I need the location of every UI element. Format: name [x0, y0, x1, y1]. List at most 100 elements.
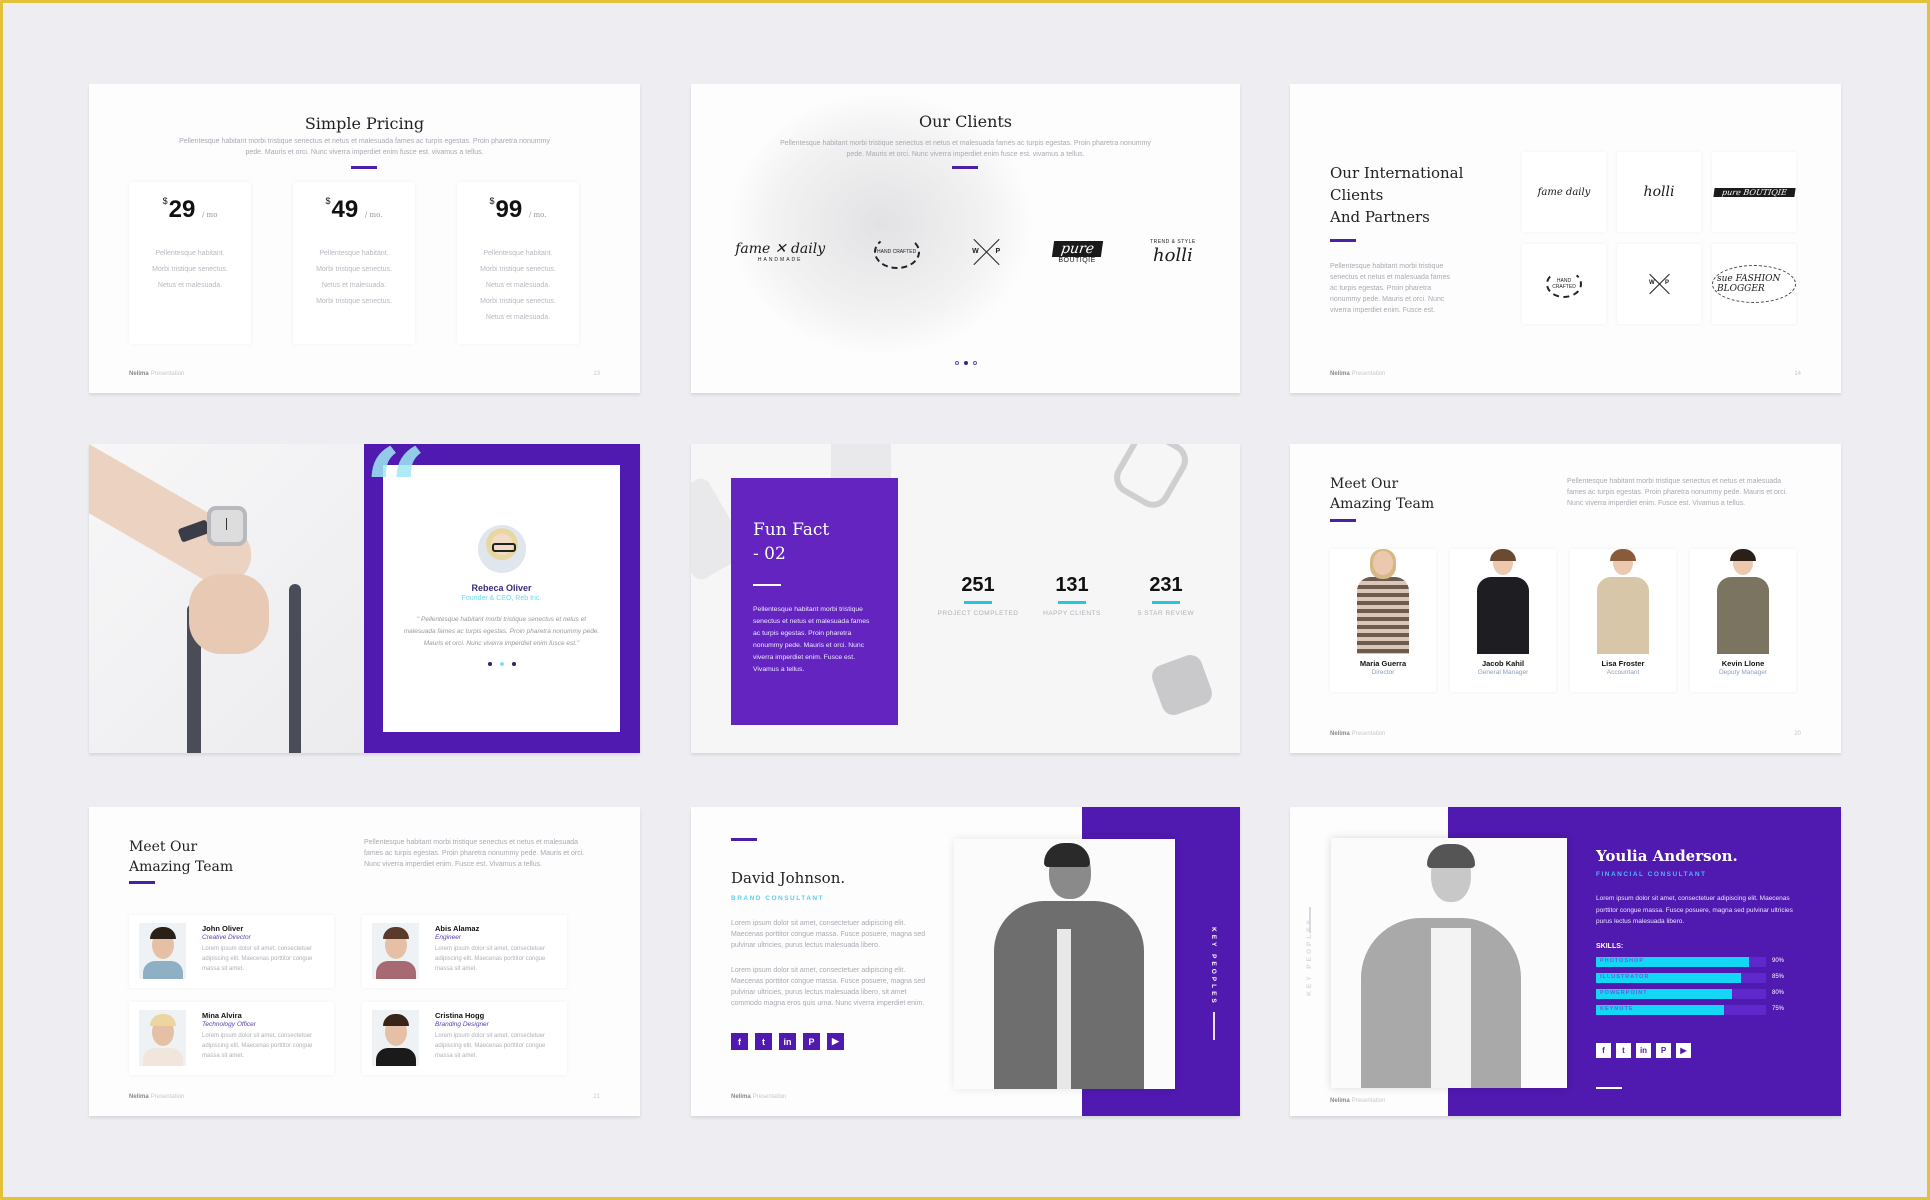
footer-brand: Nelima Presentation — [1330, 731, 1386, 737]
facebook-icon[interactable]: f — [731, 1033, 748, 1050]
logo-handcrafted: HAND CRAFTED — [873, 235, 920, 269]
twitter-icon[interactable]: t — [755, 1033, 772, 1050]
accent-divider — [129, 881, 155, 884]
logo-cell: pure BOUTIQIE — [1712, 152, 1796, 232]
stat-value: 131 — [1055, 574, 1089, 596]
team-member-card[interactable]: Lisa Froster Accountant — [1570, 549, 1676, 692]
carousel-dot[interactable] — [511, 662, 516, 666]
person-name: David Johnson. — [731, 869, 846, 887]
team-members: Maria Guerra Director Jacob Kahil Genera… — [1330, 549, 1796, 692]
pinterest-icon[interactable]: P — [803, 1033, 820, 1050]
stat-item: 131 HAPPY CLIENTS — [1025, 574, 1119, 617]
logo-grid: fame daily holli pure BOUTIQIE HAND CRAF… — [1522, 152, 1796, 324]
person-name: Youlia Anderson. — [1596, 847, 1738, 865]
slide-david-johnson[interactable]: David Johnson. BRAND CONSULTANT Lorem ip… — [691, 807, 1240, 1116]
bio-paragraph: Lorem ipsum dolor sit amet, consectetuer… — [731, 967, 926, 1007]
social-links: f t in P ▶ — [731, 1033, 844, 1050]
accent-divider — [1330, 239, 1356, 242]
fun-fact-title: Fun Fact - 02 — [753, 520, 830, 564]
skill-bar: POWERPOINT 80% — [1596, 989, 1784, 999]
page-number: 13 — [593, 371, 600, 377]
team-member-card[interactable]: Kevin Llone Deputy Manager — [1690, 549, 1796, 692]
member-photo — [1353, 549, 1413, 654]
feature-list: Pellentesque habitant. Morbi tristique s… — [152, 250, 228, 289]
slide-title: Meet Our Amazing Team — [129, 839, 234, 875]
testimonial-role: Founder & CEO, Reb Inc. — [461, 595, 542, 602]
pricing-card[interactable]: $29 / mo Pellentesque habitant. Morbi tr… — [129, 182, 251, 344]
youtube-icon[interactable]: ▶ — [1676, 1043, 1691, 1058]
carousel-dot-active[interactable] — [963, 361, 968, 365]
footer-brand: Nelima Presentation — [731, 1094, 787, 1100]
pricing-card[interactable]: $49 / mo. Pellentesque habitant. Morbi t… — [293, 182, 415, 344]
slide-our-clients[interactable]: Our Clients Pellentesque habitant morbi … — [691, 84, 1240, 393]
glasses-decoration — [1107, 444, 1195, 515]
price: $49 / mo. — [325, 196, 383, 223]
vertical-divider — [1213, 1012, 1215, 1040]
pricing-card[interactable]: $99 / mo. Pellentesque habitant. Morbi t… — [457, 182, 579, 344]
stats-row: 251 PROJECT COMPLETED 131 HAPPY CLIENTS … — [931, 574, 1213, 617]
team-member-card[interactable]: Mina Alvira Technology Officer Lorem ips… — [129, 1002, 334, 1075]
quote-icon: “ — [364, 444, 428, 553]
youtube-icon[interactable]: ▶ — [827, 1033, 844, 1050]
slide-description: Pellentesque habitant morbi tristique se… — [780, 140, 1151, 158]
slide-fun-fact[interactable]: Fun Fact - 02 Pellentesque habitant morb… — [691, 444, 1240, 753]
stat-item: 231 5 STAR REVIEW — [1119, 574, 1213, 617]
slide-youlia-anderson[interactable]: KEY PEOPLES Youlia Anderson. FINANCIAL C… — [1290, 807, 1841, 1116]
vertical-label: KEY PEOPLES — [1210, 927, 1217, 1006]
member-photo — [372, 923, 419, 979]
price: $99 / mo. — [489, 196, 547, 223]
carousel-dot[interactable] — [954, 361, 959, 365]
accent-divider — [952, 166, 978, 169]
stat-item: 251 PROJECT COMPLETED — [931, 574, 1025, 617]
skills-list: PHOTOSHOP 90% ILLUSTRATOR 85% POWERPOINT 80… — [1596, 957, 1796, 1021]
carousel-dot[interactable] — [487, 662, 492, 666]
slide-team-list[interactable]: Meet Our Amazing Team Pellentesque habit… — [89, 807, 640, 1116]
fun-fact-box: Fun Fact - 02 Pellentesque habitant morb… — [731, 478, 898, 725]
twitter-icon[interactable]: t — [1616, 1043, 1631, 1058]
fun-fact-description: Pellentesque habitant morbi tristique se… — [753, 606, 870, 673]
facebook-icon[interactable]: f — [1596, 1043, 1611, 1058]
logo-cell: holli — [1617, 152, 1701, 232]
skills-title: SKILLS: — [1596, 943, 1624, 950]
vertical-label: KEY PEOPLES — [1306, 917, 1313, 996]
bio-paragraph: Lorem ipsum dolor sit amet, consectetuer… — [731, 920, 926, 949]
slide-description: Pellentesque habitant morbi tristique se… — [1567, 478, 1788, 507]
team-member-card[interactable]: Maria Guerra Director — [1330, 549, 1436, 692]
slide-testimonial[interactable]: Rebeca Oliver Founder & CEO, Reb Inc. " … — [89, 444, 640, 753]
skill-bar: ILLUSTRATOR 85% — [1596, 973, 1784, 983]
logo-pure-boutique: pure BOUTIQIE — [1051, 240, 1103, 264]
slide-international-clients[interactable]: Our International Clients And Partners P… — [1290, 84, 1841, 393]
logo-cell: HAND CRAFTED — [1522, 244, 1606, 324]
skill-bar: KEYNOTE 75% — [1596, 1005, 1784, 1015]
stat-value: 251 — [961, 574, 995, 596]
slide-simple-pricing[interactable]: Simple Pricing Pellentesque habitant mor… — [89, 84, 640, 393]
pinterest-icon[interactable]: P — [1656, 1043, 1671, 1058]
linkedin-icon[interactable]: in — [1636, 1043, 1651, 1058]
member-photo — [1713, 549, 1773, 654]
slide-team-grid[interactable]: Meet Our Amazing Team Pellentesque habit… — [1290, 444, 1841, 753]
smartwatch-decoration — [1148, 651, 1216, 719]
person-photo — [1331, 838, 1567, 1088]
divider — [1596, 1087, 1622, 1089]
client-logos: fame ✕ daily HANDMADE HAND CRAFTED WP pu… — [691, 234, 1240, 270]
testimonial-quote: " Pellentesque habitant morbi tristique … — [403, 616, 600, 647]
member-photo — [139, 1010, 186, 1066]
member-photo — [1593, 549, 1653, 654]
team-member-card[interactable]: Abis Alamaz Engineer Lorem ipsum dolor s… — [362, 915, 567, 988]
linkedin-icon[interactable]: in — [779, 1033, 796, 1050]
carousel-dot[interactable] — [972, 361, 977, 365]
watch-luggage-photo — [89, 444, 364, 753]
team-member-card[interactable]: Jacob Kahil General Manager — [1450, 549, 1556, 692]
social-links: f t in P ▶ — [1596, 1043, 1691, 1058]
person-photo — [954, 839, 1175, 1089]
logo-holli: TREND & STYLE holli — [1150, 238, 1196, 266]
member-photo — [1473, 549, 1533, 654]
logo-wp: WP — [968, 234, 1004, 270]
feature-list: Pellentesque habitant. Morbi tristique s… — [316, 250, 392, 305]
footer-brand: Nelima Presentation — [129, 371, 185, 377]
team-member-card[interactable]: John Oliver Creative Director Lorem ipsu… — [129, 915, 334, 988]
carousel-dot-active[interactable] — [499, 662, 504, 666]
bio-paragraph: Lorem ipsum dolor sit amet, consectetuer… — [1596, 895, 1793, 925]
team-member-card[interactable]: Cristina Hogg Branding Designer Lorem ip… — [362, 1002, 567, 1075]
member-photo — [372, 1010, 419, 1066]
